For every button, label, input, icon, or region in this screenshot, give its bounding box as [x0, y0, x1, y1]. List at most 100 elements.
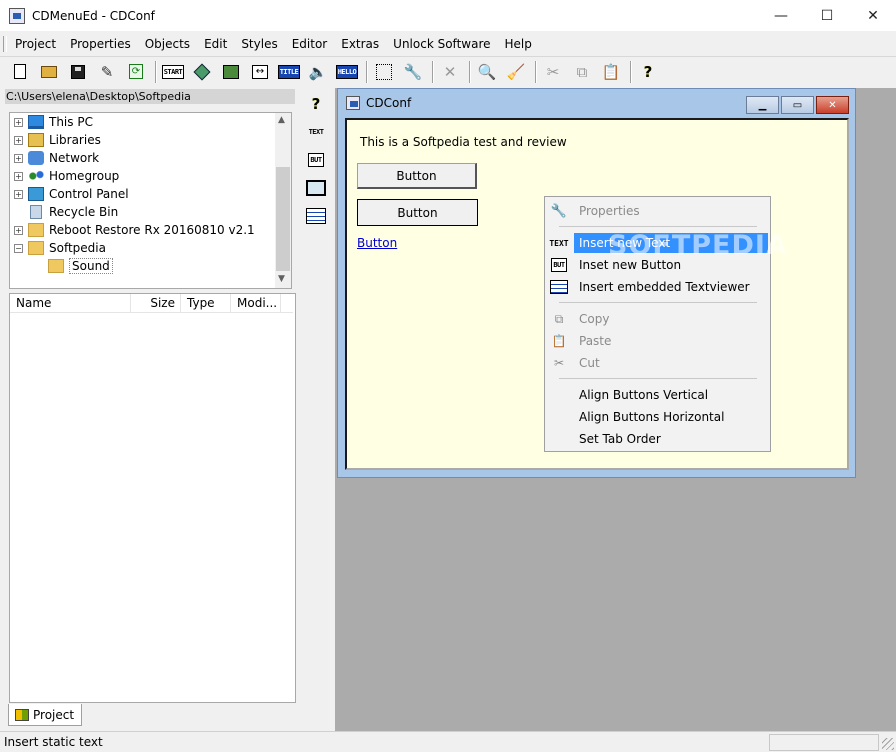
form-link-button[interactable]: Button [357, 236, 397, 250]
properties-button[interactable]: 🔧 [401, 60, 425, 84]
new-button[interactable] [8, 60, 32, 84]
tree-item-reboot-restore[interactable]: + Reboot Restore Rx 20160810 v2.1 [10, 221, 255, 239]
expand-icon[interactable]: + [14, 117, 23, 127]
speaker-icon: 🔈 [308, 62, 328, 81]
tree-item-label: Network [49, 151, 100, 165]
select-button[interactable] [372, 60, 396, 84]
close-button[interactable]: ✕ [850, 0, 896, 31]
text-icon: TEXT [308, 128, 324, 136]
insert-video-button[interactable] [303, 176, 329, 200]
preview-button[interactable]: 🔍 [475, 60, 499, 84]
insert-button-button[interactable]: BUT [303, 148, 329, 172]
scroll-down-icon[interactable]: ▼ [278, 274, 285, 284]
expand-icon[interactable]: + [14, 225, 23, 235]
menu-item-label: Insert embedded Textviewer [579, 280, 750, 294]
minimize-button[interactable]: — [758, 0, 804, 31]
menu-item-paste[interactable]: 📋 Paste [547, 330, 769, 352]
help-question-icon: ? [643, 62, 653, 81]
tree-item-softpedia[interactable]: − Softpedia [10, 239, 106, 257]
column-size[interactable]: Size [131, 294, 181, 313]
child-maximize-button[interactable]: ▭ [781, 96, 814, 114]
tree-item-libraries[interactable]: + Libraries [10, 131, 101, 149]
delete-button[interactable]: ✕ [438, 60, 462, 84]
form-button-1[interactable]: Button [357, 163, 477, 189]
menu-unlock-software[interactable]: Unlock Software [386, 33, 497, 55]
menu-item-copy[interactable]: ⧉ Copy [547, 308, 769, 330]
help-button[interactable]: ? [636, 60, 660, 84]
column-name[interactable]: Name [10, 294, 131, 313]
help-object-button[interactable]: ? [303, 92, 329, 116]
form-button-2[interactable]: Button [357, 199, 478, 226]
insert-textviewer-button[interactable] [303, 204, 329, 228]
menu-properties[interactable]: Properties [63, 33, 138, 55]
expand-icon[interactable]: + [14, 171, 23, 181]
status-bar: Insert static text [0, 731, 896, 752]
shape-button[interactable] [190, 60, 214, 84]
edit-button[interactable]: ✎ [95, 60, 119, 84]
tree-item-network[interactable]: + Network [10, 149, 99, 167]
scroll-up-icon[interactable]: ▲ [278, 115, 285, 125]
refresh-button[interactable]: ⟳ [124, 60, 148, 84]
copy-button[interactable]: ⧉ [570, 60, 594, 84]
help-question-icon: ? [311, 95, 321, 113]
menu-item-properties[interactable]: 🔧 Properties [547, 200, 769, 222]
child-close-button[interactable]: ✕ [816, 96, 849, 114]
menu-item-insert-textviewer[interactable]: Insert embedded Textviewer [547, 276, 769, 298]
restore-icon: ▭ [792, 99, 803, 111]
folder-tree[interactable]: + This PC + Libraries + Network + Homegr… [9, 112, 292, 289]
menu-item-label: Copy [579, 312, 610, 326]
title-icon: TITLE [277, 64, 301, 79]
column-type[interactable]: Type [181, 294, 231, 313]
menu-item-set-tab-order[interactable]: Set Tab Order [547, 428, 769, 450]
menu-item-align-horizontal[interactable]: Align Buttons Horizontal [547, 406, 769, 428]
tab-project[interactable]: Project [8, 704, 82, 726]
expand-icon[interactable]: + [14, 153, 23, 163]
menu-item-align-vertical[interactable]: Align Buttons Vertical [547, 384, 769, 406]
column-modified[interactable]: Modi... [231, 294, 281, 313]
static-text-label[interactable]: This is a Softpedia test and review [360, 135, 567, 149]
menu-project[interactable]: Project [8, 33, 63, 55]
toolbar-separator [432, 60, 434, 83]
tree-item-recycle-bin[interactable]: Recycle Bin [10, 203, 118, 221]
diamond-icon [193, 63, 211, 80]
menu-extras[interactable]: Extras [334, 33, 386, 55]
sound-button[interactable]: 🔈 [306, 60, 330, 84]
image-button[interactable] [219, 60, 243, 84]
menu-item-label: Align Buttons Vertical [579, 388, 709, 402]
resize-button[interactable]: ↔ [248, 60, 272, 84]
menu-item-cut[interactable]: ✂ Cut [547, 352, 769, 374]
menu-edit[interactable]: Edit [197, 33, 234, 55]
menu-styles[interactable]: Styles [234, 33, 284, 55]
resize-arrows-icon: ↔ [252, 64, 268, 79]
cut-button[interactable]: ✂ [541, 60, 565, 84]
save-button[interactable] [66, 60, 90, 84]
libraries-icon [28, 133, 44, 147]
resize-grip-icon[interactable] [882, 738, 894, 750]
collapse-icon[interactable]: − [14, 243, 23, 253]
app-icon [9, 7, 25, 24]
title-button[interactable]: TITLE [277, 60, 301, 84]
hello-button[interactable]: HELLO [335, 60, 359, 84]
start-button[interactable]: START [161, 60, 185, 84]
tree-item-this-pc[interactable]: + This PC [10, 113, 93, 131]
file-list[interactable]: Name Size Type Modi... [9, 293, 296, 703]
tree-scrollbar[interactable]: ▲ ▼ [275, 113, 291, 288]
tree-item-control-panel[interactable]: + Control Panel [10, 185, 129, 203]
tree-item-homegroup[interactable]: + Homegroup [10, 167, 119, 185]
menu-help[interactable]: Help [498, 33, 539, 55]
menu-objects[interactable]: Objects [138, 33, 197, 55]
menu-editor[interactable]: Editor [285, 33, 335, 55]
maximize-button[interactable]: ☐ [804, 0, 850, 31]
expand-icon[interactable]: + [14, 189, 23, 199]
tree-item-label: Libraries [49, 133, 101, 147]
clean-button[interactable]: 🧹 [504, 60, 528, 84]
scroll-thumb[interactable] [276, 167, 290, 271]
insert-text-button[interactable]: TEXT [303, 120, 329, 144]
child-minimize-button[interactable]: ▁ [746, 96, 779, 114]
tree-item-label: This PC [49, 115, 93, 129]
tree-item-sound[interactable]: Sound [30, 257, 113, 275]
copy-icon: ⧉ [576, 62, 588, 81]
expand-icon[interactable]: + [14, 135, 23, 145]
open-button[interactable] [37, 60, 61, 84]
paste-button[interactable]: 📋 [599, 60, 623, 84]
